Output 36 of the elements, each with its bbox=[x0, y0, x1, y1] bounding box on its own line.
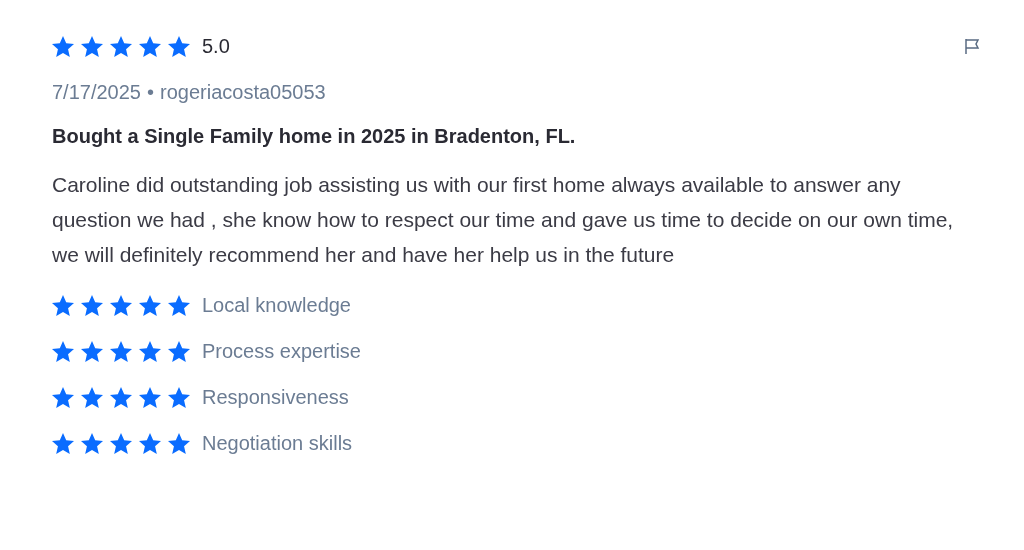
star-icon bbox=[139, 340, 161, 362]
star-icon bbox=[110, 432, 132, 454]
star-icon bbox=[81, 432, 103, 454]
rating-value: 5.0 bbox=[202, 34, 230, 59]
star-icon bbox=[52, 294, 74, 316]
star-icon bbox=[52, 386, 74, 408]
flag-button[interactable] bbox=[962, 36, 982, 56]
star-icon bbox=[168, 432, 190, 454]
star-icon bbox=[168, 340, 190, 362]
star-icon bbox=[168, 294, 190, 316]
reviewer-name: rogeriacosta05053 bbox=[160, 80, 326, 105]
rating-category: Negotiation skills bbox=[202, 431, 353, 456]
rating-category: Responsiveness bbox=[202, 385, 349, 410]
review-date: 7/17/2025 bbox=[52, 80, 141, 105]
star-icon bbox=[110, 35, 132, 57]
star-icon bbox=[139, 386, 161, 408]
star-icon bbox=[110, 386, 132, 408]
star-icon bbox=[52, 432, 74, 454]
star-icon bbox=[168, 386, 190, 408]
star-icon bbox=[52, 340, 74, 362]
star-icon bbox=[81, 340, 103, 362]
star-icon bbox=[52, 35, 74, 57]
star-icon bbox=[139, 432, 161, 454]
rating-category: Local knowledge bbox=[202, 293, 351, 318]
star-icon bbox=[110, 294, 132, 316]
star-icon bbox=[81, 294, 103, 316]
star-icon bbox=[139, 35, 161, 57]
star-icon bbox=[110, 340, 132, 362]
review-text: Caroline did outstanding job assisting us with our first home always available to answer any question we had , she know how to respect our time and gave us time to decide on our own time, we will definitely recommend her and have her help us in the future bbox=[52, 172, 955, 268]
separator-dot: • bbox=[147, 80, 154, 105]
star-icon bbox=[81, 386, 103, 408]
star-icon bbox=[139, 294, 161, 316]
star-icon bbox=[168, 35, 190, 57]
star-icon bbox=[81, 35, 103, 57]
rating-category: Process expertise bbox=[202, 339, 361, 364]
review-title: Bought a Single Family home in 2025 in Bradenton, FL. bbox=[52, 124, 577, 149]
